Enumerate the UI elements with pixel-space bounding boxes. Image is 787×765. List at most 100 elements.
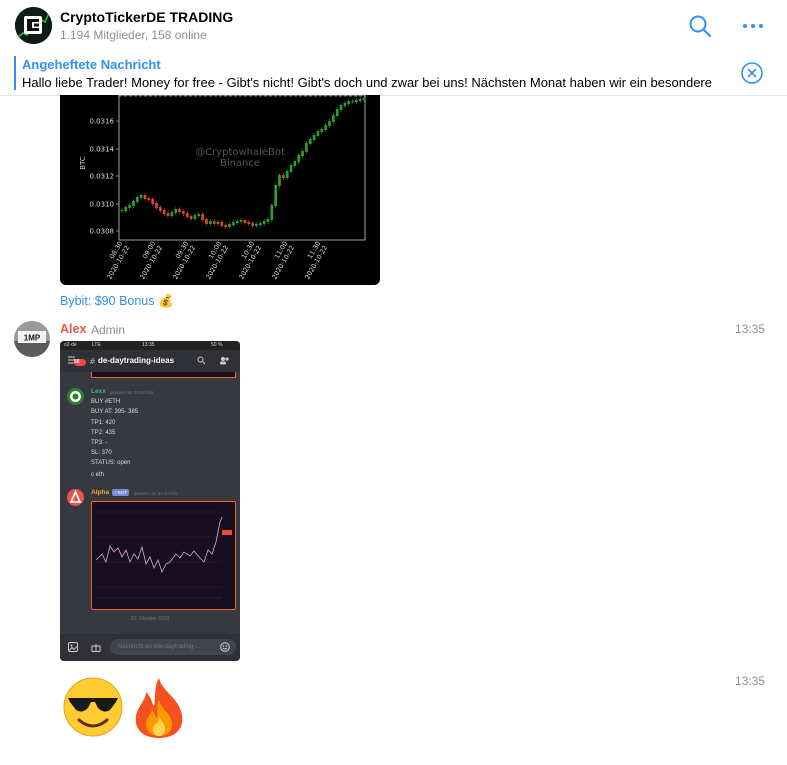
candle-body (255, 224, 258, 226)
candle-body (239, 220, 243, 222)
candle-body (285, 171, 289, 178)
pinned-text: Hallo liebe Trader! Money for free - Gib… (22, 75, 712, 90)
svg-text:#: # (89, 357, 96, 365)
candle-body (139, 195, 143, 198)
channel-hash-icon: # (89, 357, 96, 365)
candle-body (332, 115, 335, 122)
previous-embed-edge (91, 372, 236, 378)
candle-body (220, 222, 224, 226)
candle-body (324, 125, 327, 130)
phone-search-icon (197, 356, 206, 365)
alpha-author: Alpha (91, 489, 110, 496)
bybit-bonus-link[interactable]: Bybit: $90 Bonus 💰 (60, 294, 174, 309)
candle-body (170, 212, 174, 216)
gift-icon (91, 644, 101, 652)
candle-body (212, 221, 216, 224)
sender-role: Admin (91, 323, 126, 337)
phone-status-bar: o2-de LTE 13:35 50 % (60, 341, 240, 350)
unread-badge: 56 (74, 359, 80, 365)
more-options-icon[interactable] (741, 14, 765, 38)
lexx-line-4: TP2: 435 (91, 430, 116, 436)
watermark-line1: @CryptowhaleBot (195, 147, 285, 158)
y-tick-label: 0.0308 (90, 228, 115, 236)
search-icon[interactable] (688, 14, 712, 38)
message2-timestamp: 13:35 (735, 674, 766, 688)
clock: 13:35 (142, 342, 155, 348)
y-tick-label: 0.0316 (90, 118, 115, 126)
candle-body (305, 143, 308, 152)
candle-body (120, 210, 124, 211)
candle-body (274, 185, 277, 206)
candle-body (159, 207, 162, 211)
candle-body (185, 213, 189, 217)
alpha-avatar (67, 489, 84, 506)
candle-body (132, 201, 135, 206)
candle-body (270, 205, 274, 220)
candle-body (328, 121, 331, 126)
candle-body (293, 161, 297, 166)
members-icon (220, 357, 229, 365)
lexx-line-8: c eth (91, 472, 105, 478)
candle-body (358, 99, 362, 101)
close-pinned-icon[interactable] (740, 61, 764, 85)
emoji-message[interactable] (62, 676, 187, 745)
candle-body (193, 215, 197, 219)
candle-body (235, 221, 239, 223)
carrier: o2-de (64, 342, 77, 348)
candle-body (312, 135, 316, 140)
candle-body (147, 198, 151, 200)
candle-body (124, 207, 128, 211)
x-tick-label: 10:002020-10-22 (204, 240, 230, 281)
candle-body (301, 151, 304, 156)
candle-body (347, 101, 351, 104)
candle-body (178, 209, 181, 212)
bot-tag: ✓BOT (112, 489, 130, 496)
chart-image[interactable]: 0.0316 0.0314 0.0312 0.0310 0.0308 08:30 2020… (60, 95, 380, 285)
message-input-placeholder: Nachricht an #de-daytrading-... (118, 644, 201, 650)
candle-body (289, 165, 293, 172)
candlestick-chart: 0.0316 0.0314 0.0312 0.0310 0.0308 08:302020… (79, 95, 366, 281)
candle-body (243, 220, 247, 223)
candle-body (151, 199, 154, 204)
candle-body (247, 222, 251, 224)
sender-avatar[interactable]: 1MP (14, 321, 50, 357)
x-tick-label: 11:002020-10-22 (270, 240, 296, 281)
channel-name: de-daytrading-ideas (98, 356, 175, 365)
avatar-text: 1MP (24, 334, 41, 343)
candle-body (262, 221, 266, 224)
x-tick-label: 09:002020-10-22 (138, 240, 164, 281)
candle-body (362, 98, 366, 100)
candle-body (209, 221, 212, 224)
candle-body (128, 205, 131, 208)
pinned-message-bar[interactable]: Angeheftete Nachricht Hallo liebe Trader… (0, 50, 787, 96)
lexx-line-7: STATUS: open (91, 460, 131, 466)
candle-body (143, 195, 147, 199)
fire-emoji-icon (135, 678, 183, 738)
discord-screenshot-image[interactable]: o2-de LTE 13:35 50 % 56 de-daytrading-id… (60, 341, 240, 661)
candle-body (282, 175, 285, 178)
lexx-line-3: TP1: 420 (91, 420, 116, 426)
candle-body (343, 103, 347, 106)
candle-body (308, 139, 312, 144)
candle-body (355, 100, 358, 102)
battery: 50 % (211, 342, 223, 348)
group-avatar[interactable] (15, 7, 52, 44)
candle-body (197, 214, 201, 216)
sender-name[interactable]: Alex (60, 322, 86, 336)
x-tick-label: 08:302020-10-22 (105, 240, 131, 281)
member-count: 1.194 Mitglieder, 158 online (60, 28, 207, 42)
candle-body (316, 131, 320, 136)
candle-body (351, 101, 354, 102)
message-timestamp: 13:35 (735, 322, 766, 336)
y-tick-label: 0.0312 (90, 173, 115, 181)
lexx-line-6: SL: 370 (91, 450, 112, 456)
x-tick-label: 11:302020-10-22 (303, 240, 329, 281)
x-tick-label: 10:302020-10-22 (237, 240, 263, 281)
emoji-icon (220, 642, 230, 652)
embedded-chart (91, 501, 236, 610)
candle-body (182, 211, 185, 214)
candle-body (266, 219, 270, 222)
candle-body (155, 203, 158, 208)
candle-body (224, 225, 228, 227)
group-title[interactable]: CryptoTickerDE TRADING (60, 9, 233, 25)
